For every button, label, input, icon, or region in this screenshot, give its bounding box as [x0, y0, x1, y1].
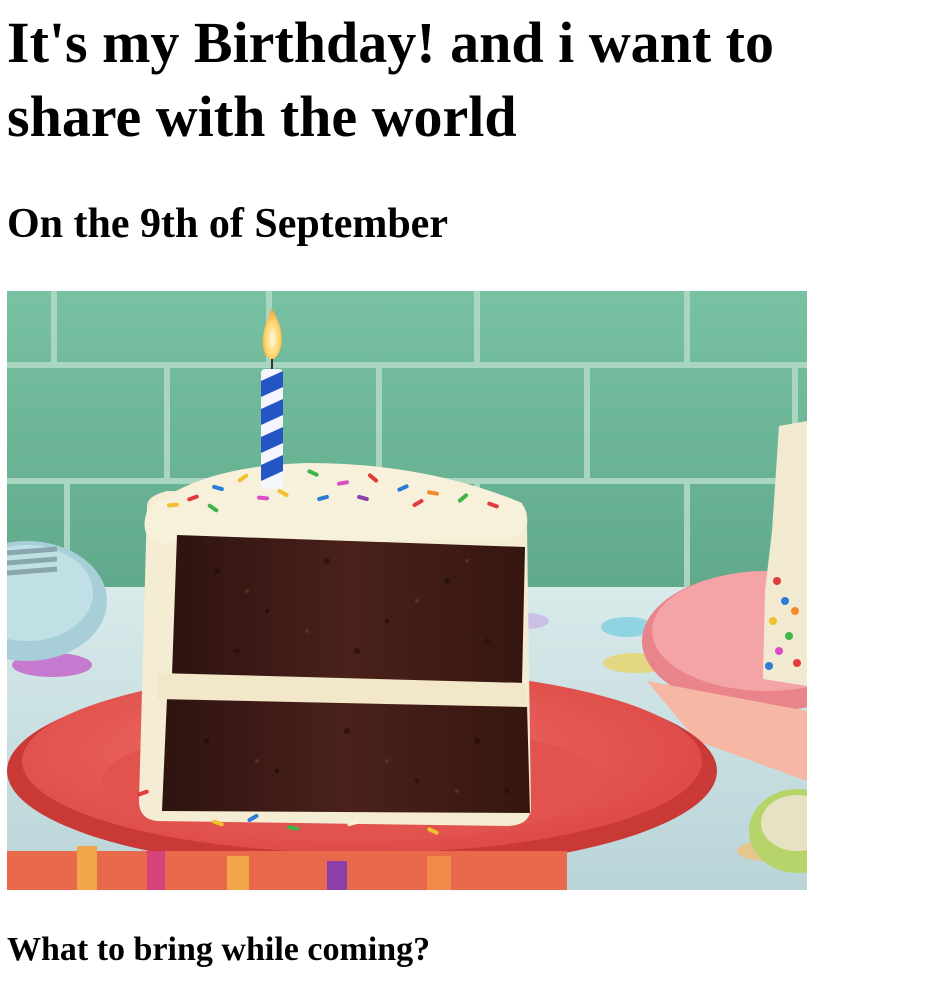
section-heading-what-to-bring: What to bring while coming? [7, 931, 431, 968]
page-subtitle: On the 9th of September [7, 201, 448, 247]
page-root: It's my Birthday! and i want to share wi… [0, 0, 932, 1000]
birthday-cake-photo [7, 291, 807, 890]
page-title: It's my Birthday! and i want to share wi… [7, 10, 774, 149]
